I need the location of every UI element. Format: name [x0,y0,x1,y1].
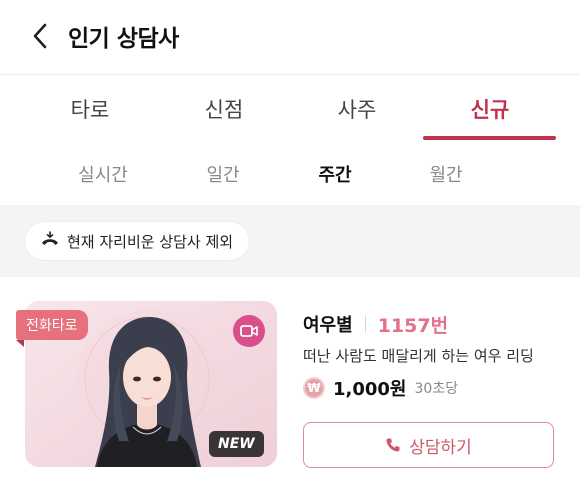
chevron-left-icon [33,23,47,49]
price-unit: 30초당 [414,381,459,397]
page-title: 인기 상담사 [68,26,179,52]
app-header: 인기 상담사 [0,0,580,72]
category-tabs: 타로 신점 사주 신규 [0,75,580,143]
tab-monthly[interactable]: 월간 [391,143,501,205]
exclude-away-filter-chip[interactable]: 현재 자리비운 상담사 제외 [25,222,250,260]
back-button[interactable] [26,20,54,52]
price: 1,000원 [333,379,407,400]
tab-saju[interactable]: 사주 [290,75,424,143]
tab-shinjeom[interactable]: 신점 [157,75,291,143]
filter-bar: 현재 자리비운 상담사 제외 [0,205,580,277]
consult-button[interactable]: 상담하기 [303,422,554,468]
badge-ribbon-fold [16,340,24,347]
counselor-description: 떠난 사람도 매달리게 하는 여우 리딩 [303,347,534,365]
filter-label: 현재 자리비운 상담사 제외 [67,232,234,251]
counselor-card: NEW 전화타로 여우별 1157번 떠난 사람도 매달리게 하는 여우 리딩 … [0,277,580,490]
tab-weekly[interactable]: 주간 [280,143,390,205]
video-call-button[interactable] [233,315,265,347]
tab-tarot[interactable]: 타로 [23,75,157,143]
counselor-name[interactable]: 여우별 [303,311,353,337]
phone-icon [386,438,400,452]
tab-realtime[interactable]: 실시간 [48,143,158,205]
service-type-badge: 전화타로 [16,310,88,340]
won-coin-icon: ₩ [303,377,325,399]
counselor-name-row: 여우별 1157번 [303,311,448,337]
consult-button-label: 상담하기 [409,437,472,458]
new-badge: NEW [209,431,264,457]
name-divider [364,315,366,333]
period-tabs: 실시간 일간 주간 월간 [0,143,580,205]
active-tab-indicator [423,136,556,140]
tab-new[interactable]: 신규 [423,75,557,143]
video-camera-icon [240,325,258,337]
phone-hangup-icon [42,231,58,245]
counselor-number: 1157번 [377,314,449,337]
price-row: ₩ 1,000원 30초당 [303,375,458,401]
tab-daily[interactable]: 일간 [168,143,278,205]
